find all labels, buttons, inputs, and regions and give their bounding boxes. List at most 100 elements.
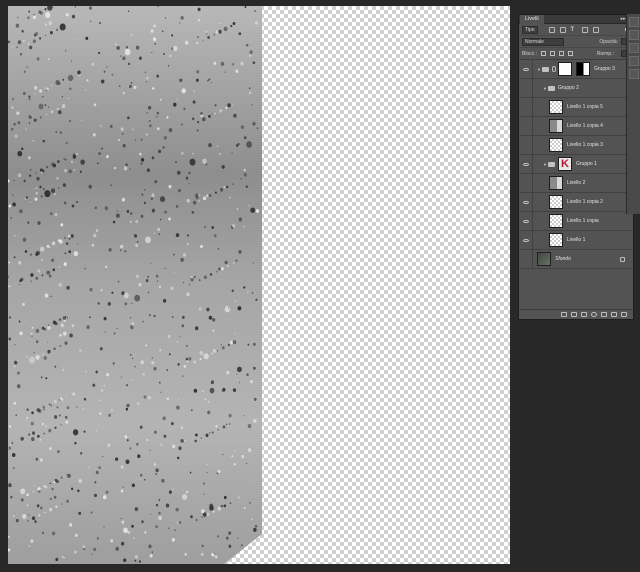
folder-icon (548, 161, 555, 167)
eye-icon (523, 87, 529, 90)
raindrop (16, 46, 18, 49)
visibility-toggle[interactable] (519, 231, 533, 249)
layer-style-icon[interactable] (571, 312, 577, 317)
raindrop (65, 50, 67, 52)
smart-object-filter-icon[interactable] (592, 26, 599, 33)
raindrop (243, 286, 246, 289)
raindrop (22, 514, 27, 519)
pixel-filter-icon[interactable] (548, 26, 555, 33)
raindrop (192, 117, 195, 121)
layer-row[interactable]: Livello 2 (519, 174, 633, 193)
raindrop (65, 316, 67, 318)
raindrop (219, 22, 221, 24)
raindrop (149, 120, 151, 122)
raindrop (105, 265, 108, 269)
visibility-toggle[interactable] (519, 250, 533, 268)
new-layer-icon[interactable] (611, 312, 617, 317)
visibility-toggle[interactable] (519, 212, 533, 230)
raindrop (137, 454, 141, 459)
raindrop (33, 118, 37, 122)
dock-button[interactable] (629, 69, 639, 79)
layer-row[interactable]: ▼Gruppo 1 (519, 155, 633, 174)
layer-row[interactable]: Livello 1 (519, 231, 633, 250)
adjustment-layer-icon[interactable] (591, 312, 597, 317)
layer-row[interactable]: Livello 1 copia 5 (519, 98, 633, 117)
visibility-toggle[interactable] (519, 193, 533, 211)
visibility-toggle[interactable] (519, 174, 533, 192)
raindrop (29, 174, 32, 177)
raindrop (155, 472, 158, 476)
visibility-toggle[interactable] (519, 79, 533, 97)
raindrop (116, 210, 118, 212)
lock-image-icon[interactable] (550, 51, 556, 56)
blend-mode-select[interactable]: Normale (522, 37, 564, 46)
raindrop (112, 362, 115, 365)
raindrop (169, 54, 172, 58)
raindrop (69, 333, 73, 338)
visibility-toggle[interactable] (519, 60, 533, 78)
adjustment-filter-icon[interactable] (559, 26, 566, 33)
panel-tabbar: Livelli ▸▸ ≡ (519, 15, 633, 24)
visibility-toggle[interactable] (519, 98, 533, 116)
document-canvas[interactable] (8, 6, 510, 564)
filter-kind-select[interactable]: Tipo (522, 25, 538, 34)
raindrop (13, 256, 16, 259)
dock-button[interactable] (629, 43, 639, 53)
raindrop (86, 79, 89, 82)
raindrop (184, 40, 189, 45)
raindrop (37, 221, 41, 225)
raindrop (69, 120, 71, 123)
mask-link-icon[interactable] (552, 66, 556, 72)
add-mask-icon[interactable] (581, 312, 587, 317)
raindrop (216, 144, 219, 147)
shape-filter-icon[interactable] (581, 26, 588, 33)
raindrop (154, 42, 157, 45)
raindrop (96, 537, 99, 540)
raindrop (37, 434, 40, 438)
tab-layers[interactable]: Livelli (520, 15, 544, 24)
dock-button[interactable] (629, 30, 639, 40)
raindrop (180, 426, 184, 430)
raindrop (26, 504, 29, 507)
dock-button[interactable] (629, 56, 639, 66)
raindrop (131, 302, 133, 304)
lock-position-icon[interactable] (559, 51, 565, 56)
layer-row[interactable]: Sfondo (519, 250, 633, 269)
raindrop (45, 87, 48, 90)
layer-row[interactable]: Livello 1 copia 3 (519, 136, 633, 155)
raindrop (246, 141, 253, 148)
layer-thumbnail (558, 62, 572, 76)
lock-transparency-icon[interactable] (541, 51, 547, 56)
eye-icon (523, 182, 529, 185)
raindrop (192, 100, 196, 104)
raindrop (76, 152, 79, 156)
layer-row[interactable]: Livello 1 copia 4 (519, 117, 633, 136)
raindrop (226, 185, 229, 189)
link-layers-icon[interactable] (561, 312, 567, 317)
raindrop (34, 93, 36, 95)
raindrop (243, 415, 245, 417)
raindrop (19, 209, 23, 214)
raindrop (220, 61, 225, 66)
raindrop (190, 409, 193, 412)
raindrop (174, 271, 176, 274)
type-filter-icon[interactable]: T (571, 27, 577, 33)
raindrop (62, 78, 65, 81)
new-group-icon[interactable] (601, 312, 607, 317)
raindrop (221, 165, 225, 169)
layer-row[interactable]: Livello 1 copia 2 (519, 193, 633, 212)
visibility-toggle[interactable] (519, 136, 533, 154)
raindrop (155, 274, 159, 278)
layer-row[interactable]: ▼ Gruppo 3 (519, 60, 633, 79)
visibility-toggle[interactable] (519, 155, 533, 173)
visibility-toggle[interactable] (519, 117, 533, 135)
raindrop (57, 160, 60, 164)
layer-row[interactable]: ▼ Gruppo 2 (519, 79, 633, 98)
layer-mask-thumbnail[interactable] (576, 62, 590, 76)
lock-all-icon[interactable] (568, 51, 574, 56)
dock-button[interactable] (629, 17, 639, 27)
raindrop (121, 132, 124, 135)
raindrop (193, 275, 196, 279)
layer-row[interactable]: Livello 1 copia (519, 212, 633, 231)
delete-layer-icon[interactable] (621, 312, 627, 317)
